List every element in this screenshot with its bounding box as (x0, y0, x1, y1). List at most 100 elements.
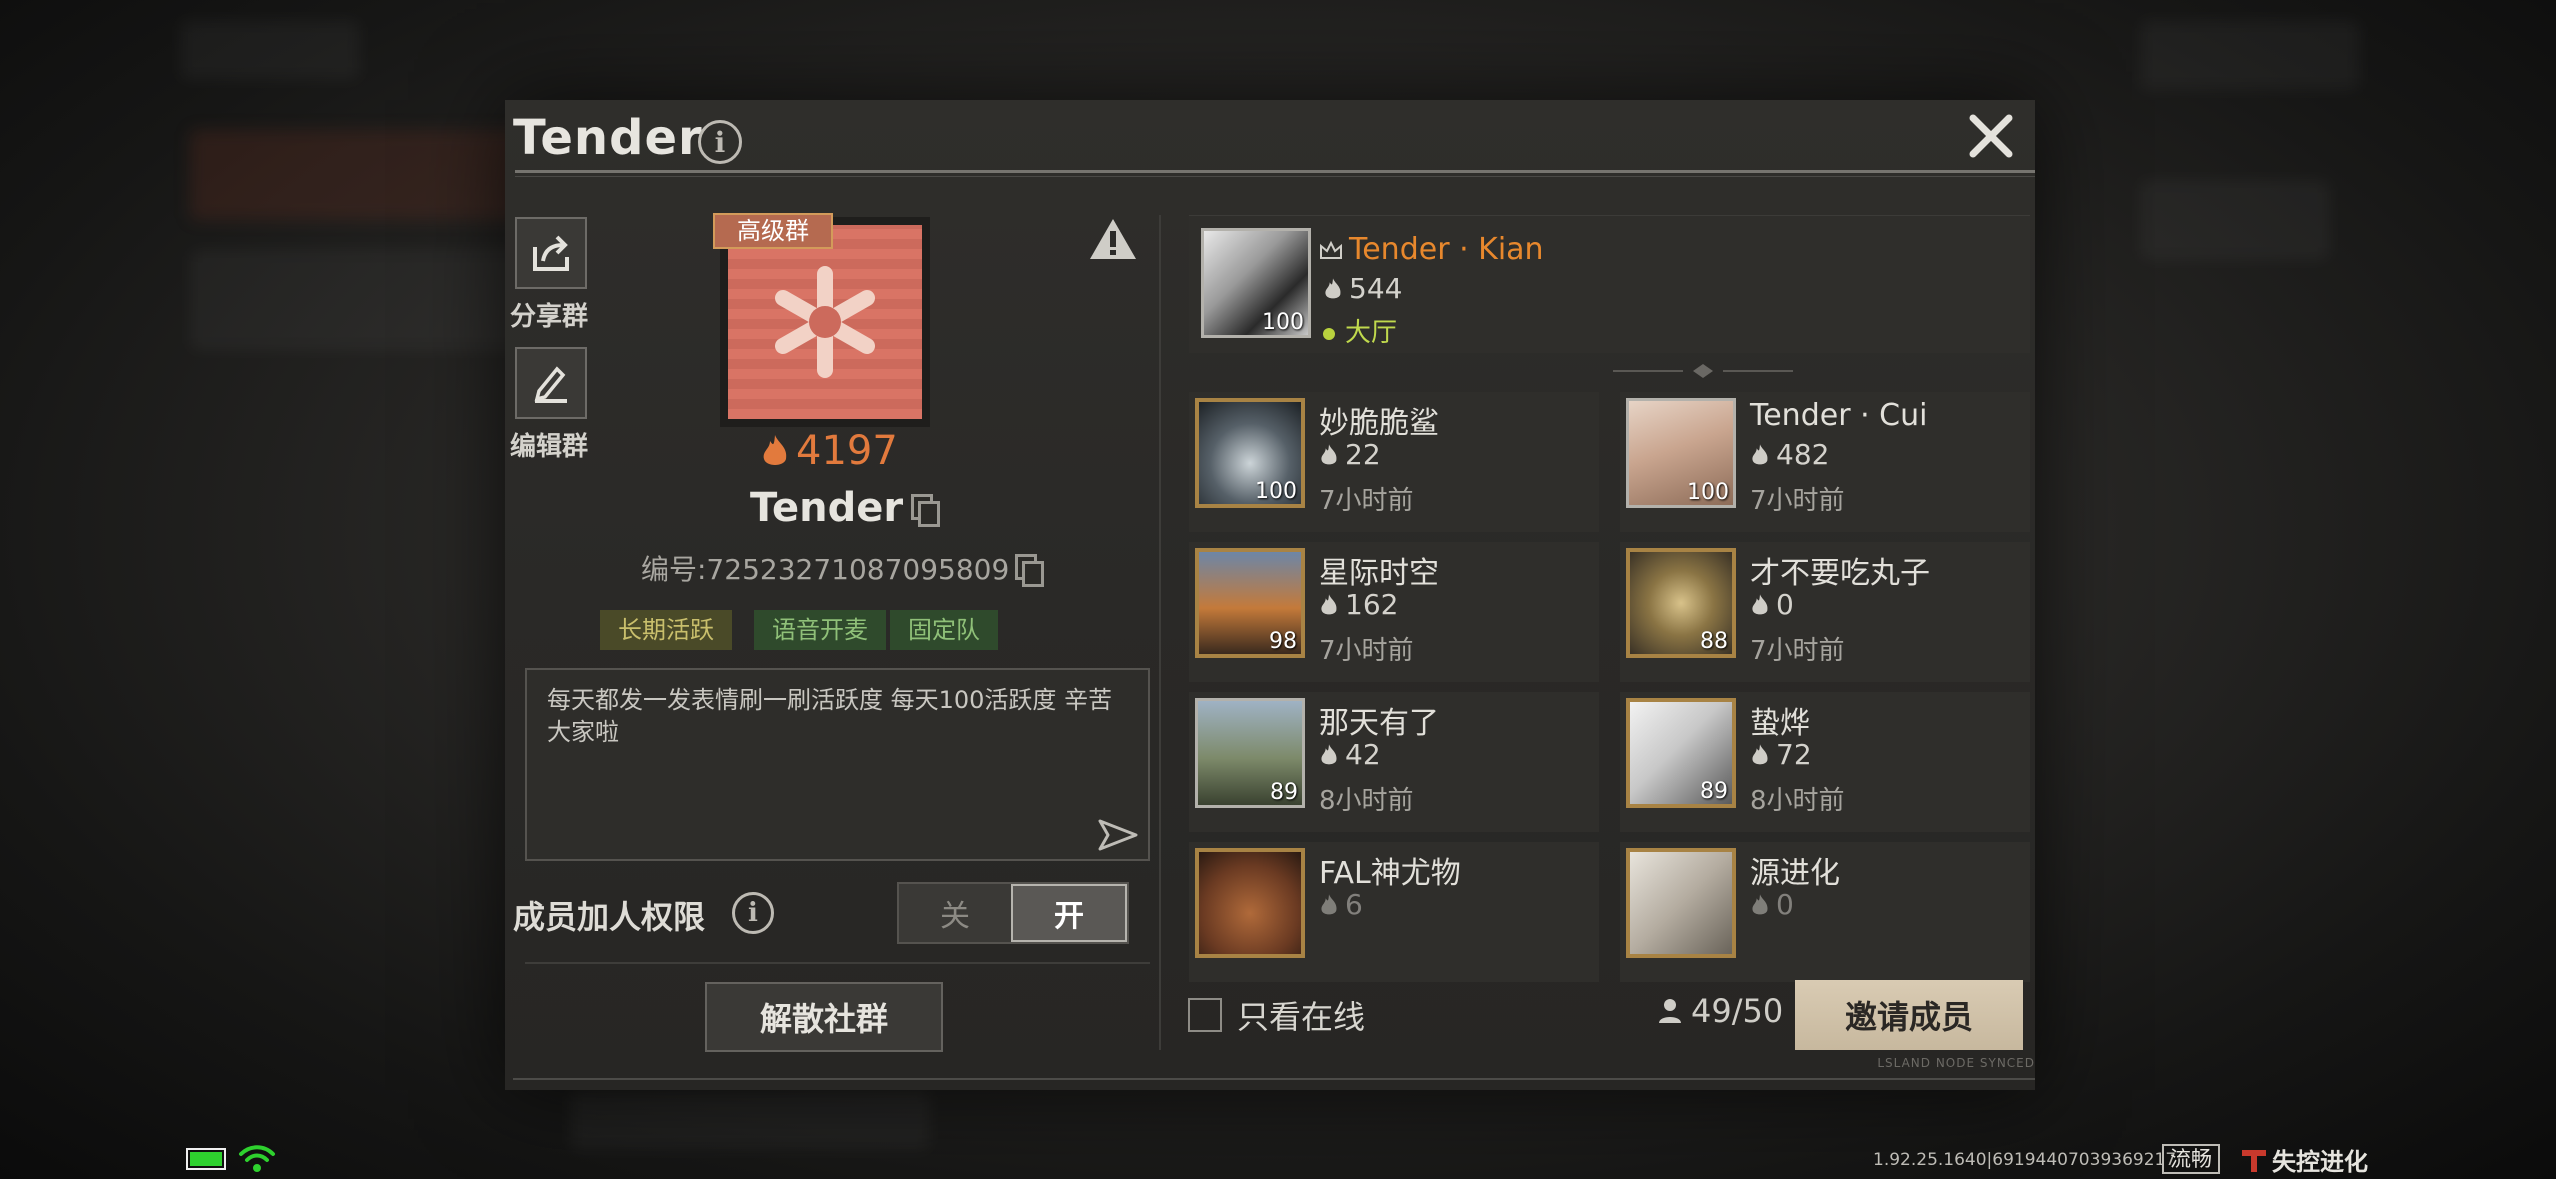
close-icon[interactable] (1965, 110, 2017, 162)
info-icon[interactable]: i (698, 120, 742, 164)
flame-icon (1752, 443, 1768, 464)
avatar: 98 (1195, 548, 1305, 658)
member-activity: 544 (1323, 272, 1402, 305)
footer-caption: LSLAND NODE SYNCED (1877, 1056, 2035, 1070)
logo-icon (2242, 1149, 2266, 1172)
member-activity: 42 (1319, 738, 1381, 771)
edit-group-label: 编辑群 (509, 432, 588, 462)
member-count: 49/50 (1657, 992, 1783, 1030)
share-group-label: 分享群 (509, 302, 588, 332)
flame-icon (1752, 593, 1768, 614)
group-description-box[interactable]: 每天都发一发表情刷一刷活跃度 每天100活跃度 辛苦大家啦 (525, 668, 1150, 861)
group-description: 每天都发一发表情刷一刷活跃度 每天100活跃度 辛苦大家啦 (547, 686, 1113, 746)
owner-card[interactable]: 100 Tender · Kian 544 大厅 (1189, 215, 2030, 353)
avatar: 100 (1201, 228, 1311, 338)
member-activity: 0 (1750, 888, 1794, 921)
member-name: Tender · Cui (1750, 398, 1928, 433)
list-item[interactable]: 源进化 0 (1620, 842, 2030, 982)
tag-chip: 固定队 (890, 610, 998, 650)
avatar (1626, 848, 1736, 958)
quality-setting[interactable]: 流畅 (2162, 1144, 2220, 1174)
person-icon (1659, 999, 1681, 1023)
member-status: 8小时前 (1319, 786, 1414, 816)
group-name: Tender (750, 485, 941, 531)
list-item[interactable]: 98 星际时空 162 7小时前 (1189, 542, 1599, 682)
member-status: 8小时前 (1750, 786, 1845, 816)
toggle-on-option[interactable]: 开 (1011, 884, 1127, 942)
snowflake-icon (775, 266, 875, 378)
join-permission-toggle[interactable]: 关 开 (897, 882, 1129, 944)
report-warning-icon[interactable] (1088, 217, 1138, 261)
copy-id-icon[interactable] (1015, 554, 1045, 587)
online-only-label[interactable]: 只看在线 (1237, 992, 1365, 1038)
avatar: 100 (1195, 398, 1305, 508)
avatar: 100 (1626, 398, 1736, 508)
avatar: 89 (1195, 698, 1305, 808)
member-name: FAL神尤物 (1319, 856, 1461, 891)
avatar (1195, 848, 1305, 958)
list-item[interactable]: 89 那天有了 42 8小时前 (1189, 692, 1599, 832)
wifi-icon (239, 1145, 275, 1172)
flame-icon (763, 435, 787, 465)
disband-group-button[interactable]: 解散社群 (705, 982, 943, 1052)
group-dialog: Tender i 分享群 编辑群 高级群 4197 Tender 编号:7252… (505, 100, 2035, 1090)
tag-chip: 语音开麦 (754, 610, 886, 650)
member-name: 蛰烨 (1750, 706, 1810, 741)
version-text: 1.92.25.1640|6919440703936921​7 (1873, 1150, 2177, 1170)
flame-icon (1752, 893, 1768, 914)
member-name: 才不要吃丸子 (1750, 556, 1930, 591)
list-item[interactable]: FAL神尤物 6 (1189, 842, 1599, 982)
member-name: 那天有了 (1319, 706, 1439, 741)
flame-icon (1325, 277, 1341, 298)
flame-icon (1321, 593, 1337, 614)
list-item[interactable]: 88 才不要吃丸子 0 7小时前 (1620, 542, 2030, 682)
flame-icon (1752, 743, 1768, 764)
crown-icon (1320, 240, 1342, 259)
game-logo: 失控进化 (2240, 1142, 2368, 1177)
flame-icon (1321, 893, 1337, 914)
edit-group-button[interactable] (515, 347, 587, 419)
share-group-button[interactable] (515, 217, 587, 289)
member-activity: 162 (1319, 588, 1398, 621)
ornament-divider (1613, 364, 1793, 378)
list-item[interactable]: 89 蛰烨 72 8小时前 (1620, 692, 2030, 832)
member-name: Tender · Kian (1349, 232, 1544, 267)
member-activity: 22 (1319, 438, 1381, 471)
member-name: 星际时空 (1319, 556, 1439, 591)
info-icon[interactable]: i (732, 892, 774, 934)
member-status: 7小时前 (1750, 636, 1845, 666)
share-icon (533, 235, 569, 271)
footer-divider (513, 1078, 2035, 1080)
flame-icon (1321, 443, 1337, 464)
member-status: 7小时前 (1750, 486, 1845, 516)
invite-member-button[interactable]: 邀请成员 (1795, 980, 2023, 1050)
dialog-title: Tender (513, 110, 703, 166)
online-only-checkbox[interactable] (1188, 998, 1222, 1032)
member-status: 7小时前 (1319, 636, 1414, 666)
group-activity: 4197 (760, 428, 898, 474)
member-name: 源进化 (1750, 856, 1840, 891)
column-divider (1159, 215, 1161, 1050)
member-activity: 72 (1750, 738, 1812, 771)
toggle-off-option[interactable]: 关 (899, 884, 1011, 942)
flame-icon (1321, 743, 1337, 764)
title-divider (515, 170, 2035, 173)
send-icon[interactable] (1098, 817, 1138, 853)
member-activity: 6 (1319, 888, 1363, 921)
group-id: 编号:72523271087095809 (641, 548, 1045, 588)
copy-name-icon[interactable] (911, 494, 941, 527)
avatar: 89 (1626, 698, 1736, 808)
join-permission-label: 成员加人权限 (513, 898, 706, 936)
member-status: 7小时前 (1319, 486, 1414, 516)
member-activity: 482 (1750, 438, 1829, 471)
list-item[interactable]: 100 妙脆脆鲨 22 7小时前 (1189, 392, 1599, 532)
member-status: 大厅 (1323, 312, 1397, 349)
member-list[interactable]: 100 妙脆脆鲨 22 7小时前 100 Tender · Cui 482 7小… (1189, 392, 2030, 1020)
edit-icon (534, 366, 567, 403)
tier-badge: 高级群 (713, 213, 833, 249)
battery-icon (186, 1148, 226, 1170)
tag-chip: 长期活跃 (600, 610, 732, 650)
member-name: 妙脆脆鲨 (1319, 406, 1439, 441)
list-item[interactable]: 100 Tender · Cui 482 7小时前 (1620, 392, 2030, 532)
member-activity: 0 (1750, 588, 1794, 621)
